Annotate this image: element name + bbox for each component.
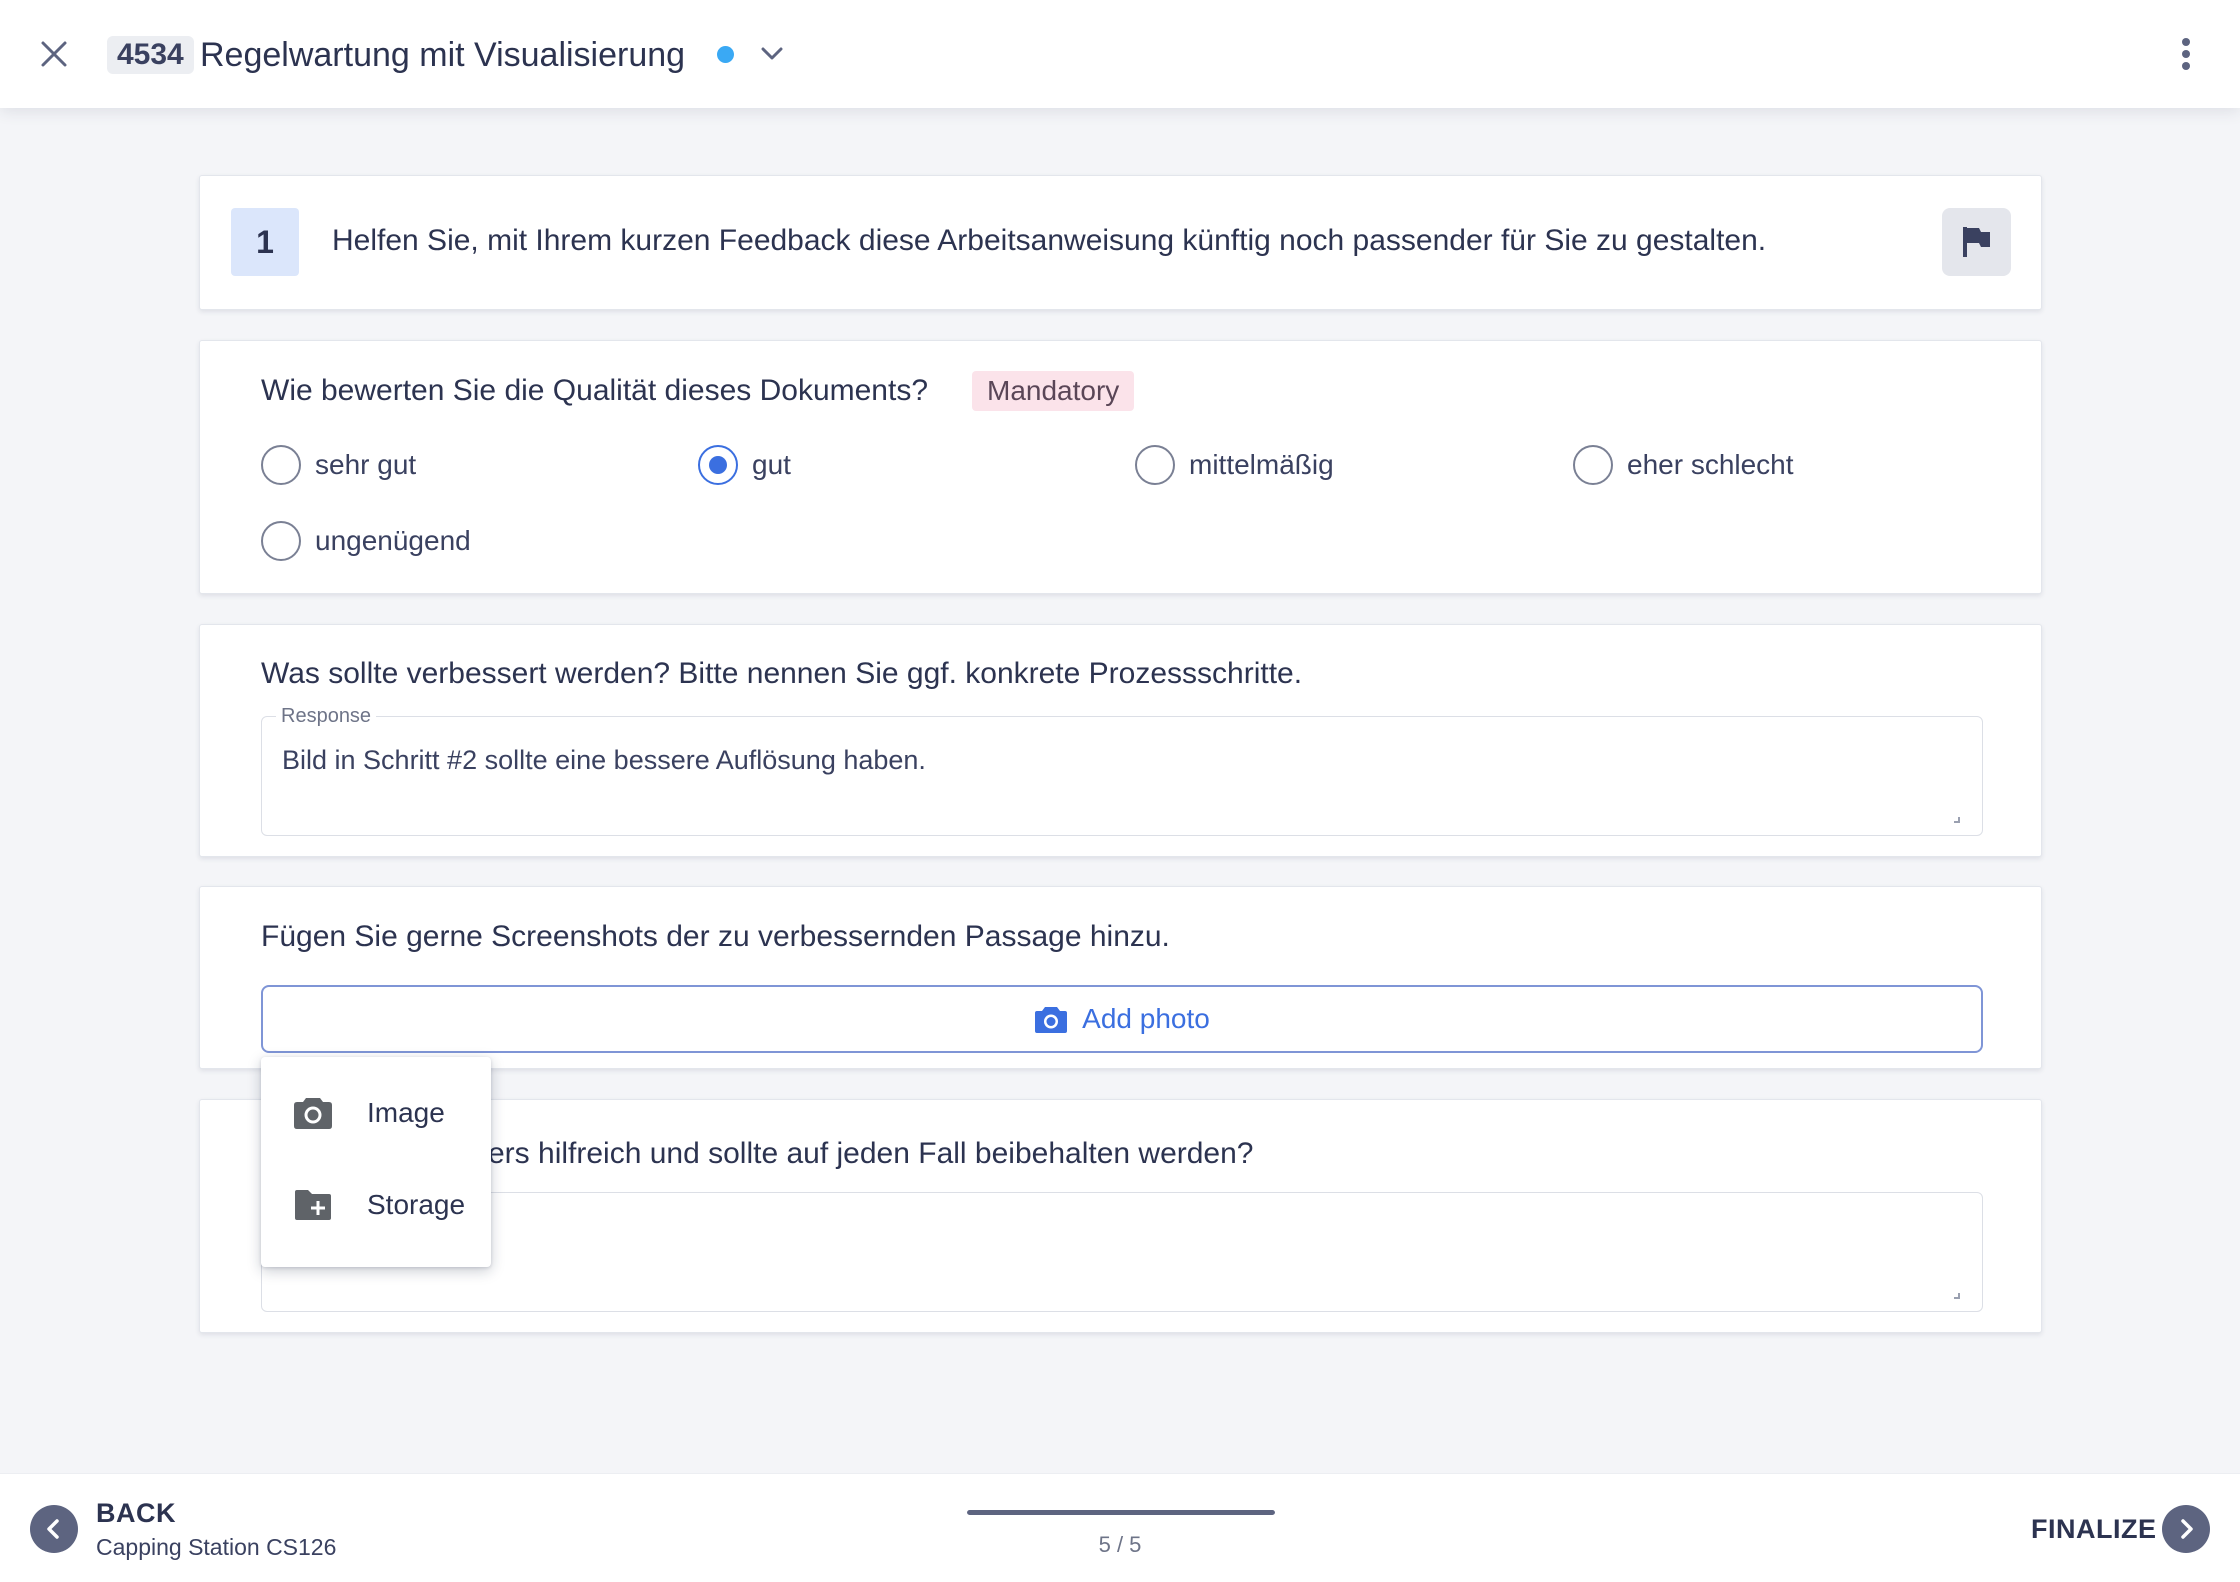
- radio-label: eher schlecht: [1627, 449, 1794, 480]
- response-value: Bild in Schritt #2 sollte eine bessere A…: [282, 745, 926, 775]
- screenshot-question-card: Fügen Sie gerne Screenshots der zu verbe…: [199, 886, 2042, 1069]
- radio-option-gut[interactable]: gut: [698, 445, 791, 485]
- radio-button[interactable]: [1135, 445, 1175, 485]
- radio-label: sehr gut: [315, 449, 417, 480]
- document-id-badge: 4534: [107, 36, 194, 74]
- close-button[interactable]: [34, 34, 74, 74]
- page-title: Regelwartung mit Visualisierung: [200, 36, 686, 74]
- previous-step-name: Capping Station CS126: [96, 1534, 337, 1560]
- add-photo-button[interactable]: Add photo: [261, 985, 1983, 1053]
- screenshot-question-title: Fügen Sie gerne Screenshots der zu verbe…: [261, 920, 1170, 953]
- response-textarea[interactable]: Response Bild in Schritt #2 sollte eine …: [261, 705, 1983, 836]
- resize-handle-icon[interactable]: [1954, 1293, 1960, 1299]
- progress-bar-fill: [967, 1510, 1275, 1515]
- progress-counter: 5 / 5: [1098, 1532, 1142, 1557]
- footer-navigation: BACK Capping Station CS126 5 / 5 FINALIZ…: [0, 1473, 2240, 1582]
- radio-label: ungenügend: [315, 525, 471, 556]
- step-instruction: Helfen Sie, mit Ihrem kurzen Feedback di…: [332, 224, 1767, 257]
- camera-icon: [293, 1093, 333, 1133]
- camera-icon: [1035, 1007, 1068, 1033]
- radio-button-selected[interactable]: [698, 445, 738, 485]
- back-button[interactable]: [30, 1505, 78, 1553]
- response-field-label: Response: [276, 705, 377, 728]
- step-number-badge: 1: [231, 208, 299, 276]
- back-label[interactable]: BACK: [96, 1498, 176, 1529]
- keep-response-textarea[interactable]: [261, 1192, 1983, 1312]
- chevron-down-icon: [761, 47, 783, 60]
- finalize-label[interactable]: FINALIZE: [2031, 1514, 2157, 1545]
- folder-add-icon: [293, 1185, 333, 1225]
- more-options-button[interactable]: [2170, 34, 2202, 74]
- resize-handle-icon[interactable]: [1954, 817, 1960, 823]
- more-vertical-icon: [2182, 38, 2190, 70]
- radio-label: gut: [752, 449, 791, 480]
- top-bar: 4534 Regelwartung mit Visualisierung: [0, 0, 2240, 108]
- flag-icon: [1962, 227, 1990, 257]
- mandatory-badge: Mandatory: [972, 371, 1135, 411]
- keep-question-title: ers hilfreich und sollte auf jeden Fall …: [488, 1137, 1254, 1170]
- step-card: 1 Helfen Sie, mit Ihrem kurzen Feedback …: [199, 175, 2042, 310]
- improvement-question-card: Was sollte verbessert werden? Bitte nenn…: [199, 624, 2042, 857]
- quality-question-title: Wie bewerten Sie die Qualität dieses Dok…: [261, 374, 929, 407]
- finalize-button[interactable]: [2162, 1505, 2210, 1553]
- radio-option-eher-schlecht[interactable]: eher schlecht: [1573, 445, 1794, 485]
- improvement-question-title: Was sollte verbessert werden? Bitte nenn…: [261, 657, 1303, 690]
- status-dot-icon: [717, 46, 734, 63]
- radio-button[interactable]: [1573, 445, 1613, 485]
- menu-item-label: Image: [367, 1097, 445, 1128]
- chevron-right-icon: [2181, 1519, 2193, 1539]
- add-photo-menu: Image Storage: [261, 1057, 491, 1267]
- menu-item-storage[interactable]: Storage: [261, 1159, 491, 1251]
- flag-button[interactable]: [1942, 208, 2011, 276]
- radio-option-ungenuegend[interactable]: ungenügend: [261, 521, 471, 561]
- chevron-left-icon: [47, 1519, 59, 1539]
- radio-option-mittelmaessig[interactable]: mittelmäßig: [1135, 445, 1334, 485]
- menu-item-image[interactable]: Image: [261, 1067, 491, 1159]
- radio-button[interactable]: [261, 445, 301, 485]
- add-photo-label: Add photo: [1082, 1003, 1210, 1034]
- title-dropdown-button[interactable]: [756, 38, 788, 70]
- close-icon: [41, 41, 67, 67]
- quality-question-card: Wie bewerten Sie die Qualität dieses Dok…: [199, 340, 2042, 594]
- radio-button[interactable]: [261, 521, 301, 561]
- radio-label: mittelmäßig: [1189, 449, 1334, 480]
- radio-option-sehr-gut[interactable]: sehr gut: [261, 445, 416, 485]
- menu-item-label: Storage: [367, 1189, 466, 1220]
- progress-bar: [967, 1510, 1275, 1515]
